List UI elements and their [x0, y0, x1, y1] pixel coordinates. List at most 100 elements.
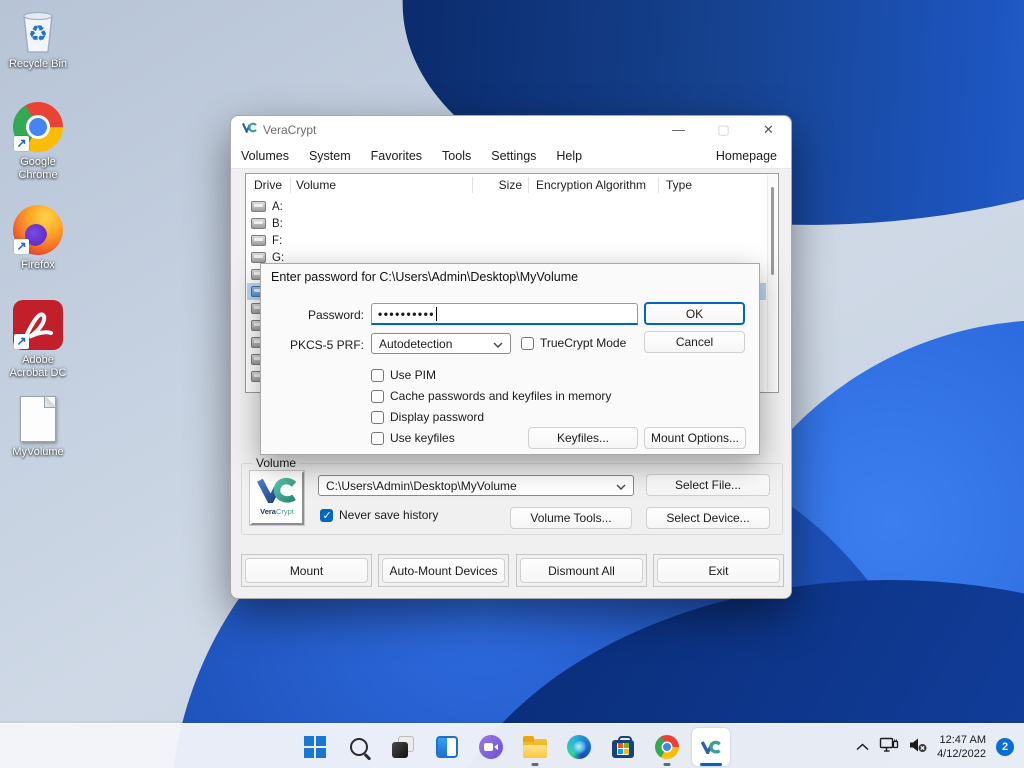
text-caret: [436, 307, 437, 321]
drive-row-f[interactable]: F:: [247, 232, 766, 249]
col-drive[interactable]: Drive: [254, 178, 282, 192]
recycle-bin-icon: ♻: [15, 8, 61, 54]
desktop-icon-recycle-bin[interactable]: ♻ Recycle Bin: [2, 8, 74, 71]
taskbar-clock[interactable]: 12:47 AM 4/12/2022: [937, 733, 986, 761]
volume-muted-icon[interactable]: [909, 737, 927, 756]
edge-button[interactable]: [557, 724, 601, 768]
mount-button[interactable]: Mount: [245, 558, 368, 583]
edge-icon: [567, 735, 591, 759]
shortcut-arrow-icon: ↗: [14, 136, 29, 151]
veracrypt-taskbar-button[interactable]: [689, 724, 733, 768]
never-save-history-checkbox[interactable]: Never save history: [320, 508, 438, 522]
drive-row-b[interactable]: B:: [247, 215, 766, 232]
menu-help[interactable]: Help: [546, 149, 592, 163]
shortcut-arrow-icon: ↗: [14, 334, 29, 349]
titlebar[interactable]: VeraCrypt — ▢ ✕: [231, 116, 791, 143]
window-title: VeraCrypt: [263, 123, 316, 137]
file-explorer-icon: [523, 739, 547, 758]
desktop-icon-label: Adobe Acrobat DC: [2, 354, 74, 380]
keyfiles-button[interactable]: Keyfiles...: [528, 427, 638, 449]
notification-badge[interactable]: 2: [996, 738, 1014, 756]
menu-system[interactable]: System: [299, 149, 361, 163]
pkcs5-prf-label: PKCS-5 PRF:: [269, 338, 364, 352]
desktop-icon-google-chrome[interactable]: ↗ Google Chrome: [2, 102, 74, 182]
use-keyfiles-checkbox[interactable]: Use keyfiles: [371, 431, 455, 445]
chat-button[interactable]: [469, 724, 513, 768]
col-volume[interactable]: Volume: [296, 178, 336, 192]
menu-tools[interactable]: Tools: [432, 149, 481, 163]
veracrypt-logo-icon: [242, 122, 257, 136]
volume-path-value: C:\Users\Admin\Desktop\MyVolume: [326, 479, 517, 493]
scrollbar[interactable]: [767, 175, 777, 391]
mount-options-button[interactable]: Mount Options...: [644, 427, 746, 449]
mount-button-frame: Mount: [241, 554, 372, 587]
tray-date: 4/12/2022: [937, 747, 986, 761]
taskbar: 12:47 AM 4/12/2022 2: [0, 723, 1024, 768]
select-device-button[interactable]: Select Device...: [646, 507, 770, 529]
volume-group-label: Volume: [252, 456, 300, 470]
select-file-button[interactable]: Select File...: [646, 474, 770, 496]
veracrypt-logo-box: VeraCrypt: [250, 471, 304, 525]
task-view-button[interactable]: [381, 724, 425, 768]
col-size[interactable]: Size: [476, 178, 522, 192]
veracrypt-active-tile: [692, 728, 730, 766]
svg-text:♻: ♻: [28, 21, 48, 46]
auto-mount-devices-button[interactable]: Auto-Mount Devices: [382, 558, 505, 583]
checkbox-icon[interactable]: [320, 509, 333, 522]
desktop-icon-adobe-acrobat[interactable]: ↗ Adobe Acrobat DC: [2, 300, 74, 380]
scrollbar-thumb[interactable]: [771, 187, 774, 275]
store-button[interactable]: [601, 724, 645, 768]
menu-volumes[interactable]: Volumes: [231, 149, 299, 163]
use-pim-checkbox[interactable]: Use PIM: [371, 368, 436, 382]
menu-favorites[interactable]: Favorites: [361, 149, 432, 163]
veracrypt-logo-caption: VeraCrypt: [252, 507, 302, 516]
task-view-icon: [392, 736, 414, 758]
desktop-icon-label: MyVolume: [2, 446, 74, 459]
menu-homepage[interactable]: Homepage: [716, 149, 777, 163]
minimize-button[interactable]: —: [656, 116, 701, 143]
widgets-button[interactable]: [425, 724, 469, 768]
cancel-button[interactable]: Cancel: [644, 331, 745, 353]
start-button[interactable]: [293, 724, 337, 768]
volume-tools-button[interactable]: Volume Tools...: [510, 507, 632, 529]
checkbox-icon[interactable]: [371, 432, 384, 445]
col-type[interactable]: Type: [666, 178, 692, 192]
chrome-icon: [655, 735, 679, 759]
checkbox-icon[interactable]: [371, 369, 384, 382]
search-button[interactable]: [337, 724, 381, 768]
exit-button[interactable]: Exit: [657, 558, 780, 583]
display-password-checkbox[interactable]: Display password: [371, 410, 484, 424]
checkbox-icon[interactable]: [371, 390, 384, 403]
truecrypt-mode-checkbox[interactable]: TrueCrypt Mode: [521, 336, 626, 350]
col-encryption-algorithm[interactable]: Encryption Algorithm: [536, 178, 646, 192]
maximize-button[interactable]: ▢: [701, 116, 746, 143]
desktop-icon-myvolume[interactable]: MyVolume: [2, 396, 74, 459]
dismount-all-button[interactable]: Dismount All: [520, 558, 643, 583]
tray-chevron-up-icon[interactable]: [856, 740, 869, 754]
volume-group: Volume VeraCrypt C:\Users\Admin\Desktop\…: [241, 463, 783, 535]
chat-icon: [479, 735, 503, 759]
network-icon[interactable]: [879, 737, 899, 756]
drive-row-a[interactable]: A:: [247, 198, 766, 215]
desktop-icon-firefox[interactable]: ↗ Firefox: [2, 205, 74, 272]
close-button[interactable]: ✕: [746, 116, 791, 143]
menu-settings[interactable]: Settings: [481, 149, 546, 163]
shortcut-arrow-icon: ↗: [14, 239, 29, 254]
file-explorer-button[interactable]: [513, 724, 557, 768]
checkbox-icon[interactable]: [521, 337, 534, 350]
active-indicator: [700, 763, 722, 766]
prf-combobox[interactable]: Autodetection: [371, 333, 511, 354]
desktop-icon-label: Firefox: [2, 259, 74, 272]
chevron-down-icon: [493, 337, 503, 351]
chevron-down-icon: [616, 479, 626, 493]
cache-passwords-checkbox[interactable]: Cache passwords and keyfiles in memory: [371, 389, 611, 403]
running-indicator: [664, 763, 671, 766]
ok-button[interactable]: OK: [644, 302, 745, 325]
microsoft-store-icon: [612, 740, 634, 758]
checkbox-icon[interactable]: [371, 411, 384, 424]
auto-mount-button-frame: Auto-Mount Devices: [378, 554, 509, 587]
widgets-icon: [436, 736, 458, 758]
password-input[interactable]: ••••••••••: [371, 303, 638, 325]
volume-path-combobox[interactable]: C:\Users\Admin\Desktop\MyVolume: [318, 475, 634, 496]
chrome-button[interactable]: [645, 724, 689, 768]
